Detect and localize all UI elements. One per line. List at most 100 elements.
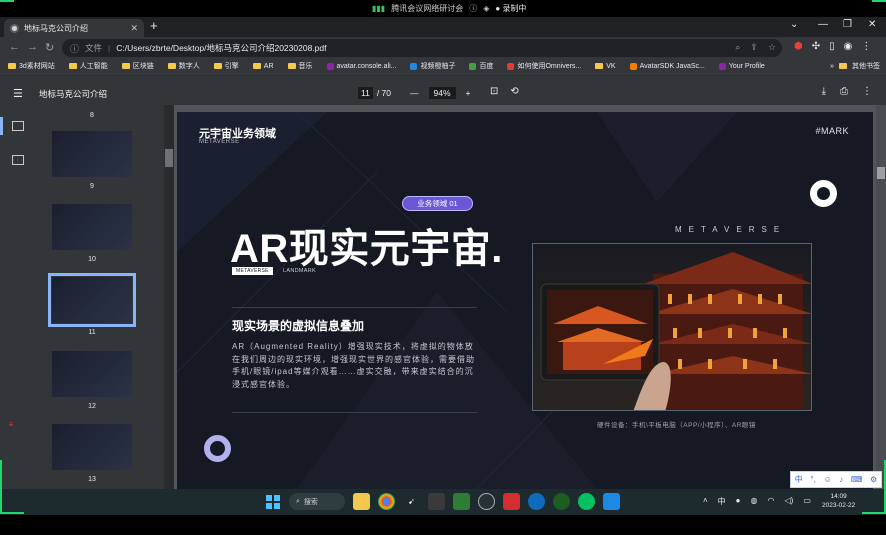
ime-button[interactable]: ♪ bbox=[839, 475, 843, 484]
star-icon[interactable]: ☆ bbox=[768, 42, 776, 53]
wifi-icon[interactable]: ◠ bbox=[768, 496, 775, 507]
bookmark-item[interactable]: VK bbox=[595, 63, 616, 70]
headline: AR现实元宇宙. bbox=[230, 227, 503, 271]
bookmark-item[interactable]: 如何使用Omnivers... bbox=[507, 61, 581, 71]
tab-title: 地标马克公司介绍 bbox=[24, 23, 88, 33]
reload-icon[interactable]: ↻ bbox=[45, 41, 54, 54]
forward-icon[interactable]: → bbox=[27, 41, 38, 53]
bookmark-item[interactable]: 数字人 bbox=[167, 61, 200, 71]
zoom-in-button[interactable]: + bbox=[466, 88, 471, 98]
back-icon[interactable]: ← bbox=[9, 41, 20, 53]
tab-search-icon[interactable]: ⌄ bbox=[790, 19, 798, 30]
shield-icon: ◈ bbox=[483, 4, 490, 13]
close-icon[interactable]: ✕ bbox=[130, 23, 138, 34]
recording-status[interactable]: ● 录制中 bbox=[495, 3, 526, 14]
thumbnails-icon[interactable] bbox=[12, 121, 24, 131]
section-subtitle: METAVERSE bbox=[199, 139, 240, 145]
info-icon[interactable]: ⓘ bbox=[469, 3, 477, 14]
outline-icon[interactable] bbox=[12, 155, 24, 165]
scroll-thumb[interactable] bbox=[165, 149, 173, 167]
other-bookmarks[interactable]: » 其他书签 bbox=[830, 61, 880, 71]
thumbnail-scrollbar[interactable] bbox=[164, 105, 174, 489]
page-thumbnail[interactable] bbox=[52, 204, 132, 250]
scroll-thumb[interactable] bbox=[877, 167, 885, 179]
chrome-icon[interactable] bbox=[378, 493, 395, 510]
taskbar-search[interactable]: ⌕ 搜索 bbox=[289, 493, 345, 510]
chevron-up-icon[interactable]: ˄ bbox=[703, 496, 708, 507]
bookmark-item[interactable]: 引擎 bbox=[213, 61, 239, 71]
extensions-icon[interactable]: ✣ bbox=[812, 41, 820, 52]
meeting-app-icon[interactable] bbox=[603, 493, 620, 510]
page-thumbnail[interactable] bbox=[52, 424, 132, 470]
app-icon[interactable] bbox=[428, 493, 445, 510]
bookmark-item[interactable]: 区块链 bbox=[121, 61, 154, 71]
maximize-button[interactable]: ❐ bbox=[843, 19, 852, 30]
address-bar[interactable]: ⓘ 文件 | C:/Users/zbrte/Desktop/地标马克公司介绍20… bbox=[62, 39, 782, 57]
widget-icon[interactable]: ≡ bbox=[4, 418, 18, 432]
bookmark-item[interactable]: 音乐 bbox=[287, 61, 313, 71]
edge-icon[interactable] bbox=[528, 493, 545, 510]
clock[interactable]: 14:09 2023-02-22 bbox=[822, 492, 855, 510]
share-icon[interactable]: ⇪ bbox=[750, 42, 758, 53]
ime-button[interactable]: ⌨ bbox=[851, 475, 863, 484]
start-icon[interactable] bbox=[264, 493, 281, 510]
ime-button[interactable]: ⚙ bbox=[870, 475, 877, 484]
wechat-tray-icon[interactable]: ◍ bbox=[751, 496, 758, 507]
bookmark-item[interactable]: 人工智能 bbox=[68, 61, 108, 71]
signal-icon: ▮▮▮ bbox=[372, 4, 386, 13]
app-icon[interactable] bbox=[553, 493, 570, 510]
bookmark-item[interactable]: avatar.console.ali... bbox=[326, 62, 396, 70]
input-language[interactable]: 中 bbox=[718, 496, 726, 507]
zoom-icon[interactable]: ⌕ bbox=[735, 42, 740, 53]
bookmark-item[interactable]: AR bbox=[252, 63, 274, 70]
sidepanel-icon[interactable]: ▯ bbox=[829, 41, 835, 52]
fit-page-icon[interactable]: ⊡ bbox=[490, 86, 498, 97]
minimize-button[interactable]: — bbox=[818, 19, 828, 30]
menu-icon[interactable]: ☰ bbox=[13, 87, 23, 100]
ime-button[interactable]: ☺ bbox=[823, 475, 831, 484]
zoom-out-button[interactable]: — bbox=[410, 88, 419, 98]
document-scrollbar[interactable] bbox=[876, 105, 886, 489]
volume-icon[interactable]: ◁) bbox=[784, 496, 793, 507]
app-icon[interactable]: ➹ bbox=[403, 493, 420, 510]
more-icon[interactable]: ⋮ bbox=[862, 86, 872, 97]
bookmark-item[interactable]: 3d素材网站 bbox=[8, 61, 55, 71]
rotate-icon[interactable]: ⟲ bbox=[510, 86, 518, 97]
battery-icon[interactable]: ▭ bbox=[803, 496, 811, 507]
bookmark-item[interactable]: 百度 bbox=[469, 61, 493, 71]
thumbnail-label: 8 bbox=[90, 112, 94, 119]
page-thumbnail[interactable] bbox=[48, 273, 136, 327]
wechat-icon[interactable] bbox=[578, 493, 595, 510]
download-icon[interactable]: ⤓ bbox=[822, 86, 826, 97]
zoom-input[interactable]: 94% bbox=[428, 87, 456, 99]
bookmark-label: AvatarSDK JavaSc... bbox=[639, 62, 705, 70]
folder-icon bbox=[252, 63, 261, 69]
ime-button[interactable]: 中 bbox=[795, 474, 803, 485]
bookmark-item[interactable]: 视频橙柚子 bbox=[410, 61, 455, 71]
bookmark-item[interactable]: AvatarSDK JavaSc... bbox=[629, 62, 705, 70]
app-icon[interactable] bbox=[503, 493, 520, 510]
app-tray-icon[interactable]: ● bbox=[736, 496, 741, 507]
print-icon[interactable]: ⎙ bbox=[840, 86, 848, 97]
ime-button[interactable]: °, bbox=[810, 475, 815, 484]
app-icon[interactable] bbox=[453, 493, 470, 510]
page-thumbnail[interactable] bbox=[52, 131, 132, 177]
file-explorer-icon[interactable] bbox=[353, 493, 370, 510]
profile-icon[interactable]: ◉ bbox=[844, 41, 853, 52]
bookmark-item[interactable]: Your Profile bbox=[718, 62, 765, 70]
divider bbox=[232, 412, 477, 413]
extension-shield-icon[interactable]: ⬢ bbox=[794, 41, 803, 52]
tab-pdf[interactable]: 地标马克公司介绍 ✕ bbox=[4, 19, 144, 37]
url-text: C:/Users/zbrte/Desktop/地标马克公司介绍20230208.… bbox=[116, 43, 327, 53]
info-icon[interactable]: ⓘ bbox=[70, 42, 79, 55]
page-input[interactable]: 11 bbox=[358, 87, 373, 99]
folder-icon bbox=[213, 63, 222, 69]
site-icon bbox=[326, 62, 334, 70]
menu-dots-icon[interactable]: ⋮ bbox=[861, 41, 871, 52]
thumbnail-label: 13 bbox=[88, 476, 96, 483]
chevron-icon[interactable]: » bbox=[830, 63, 834, 70]
close-window-button[interactable]: ✕ bbox=[868, 19, 876, 30]
page-thumbnail[interactable] bbox=[52, 351, 132, 397]
app-icon[interactable] bbox=[478, 493, 495, 510]
new-tab-button[interactable]: + bbox=[150, 19, 158, 33]
